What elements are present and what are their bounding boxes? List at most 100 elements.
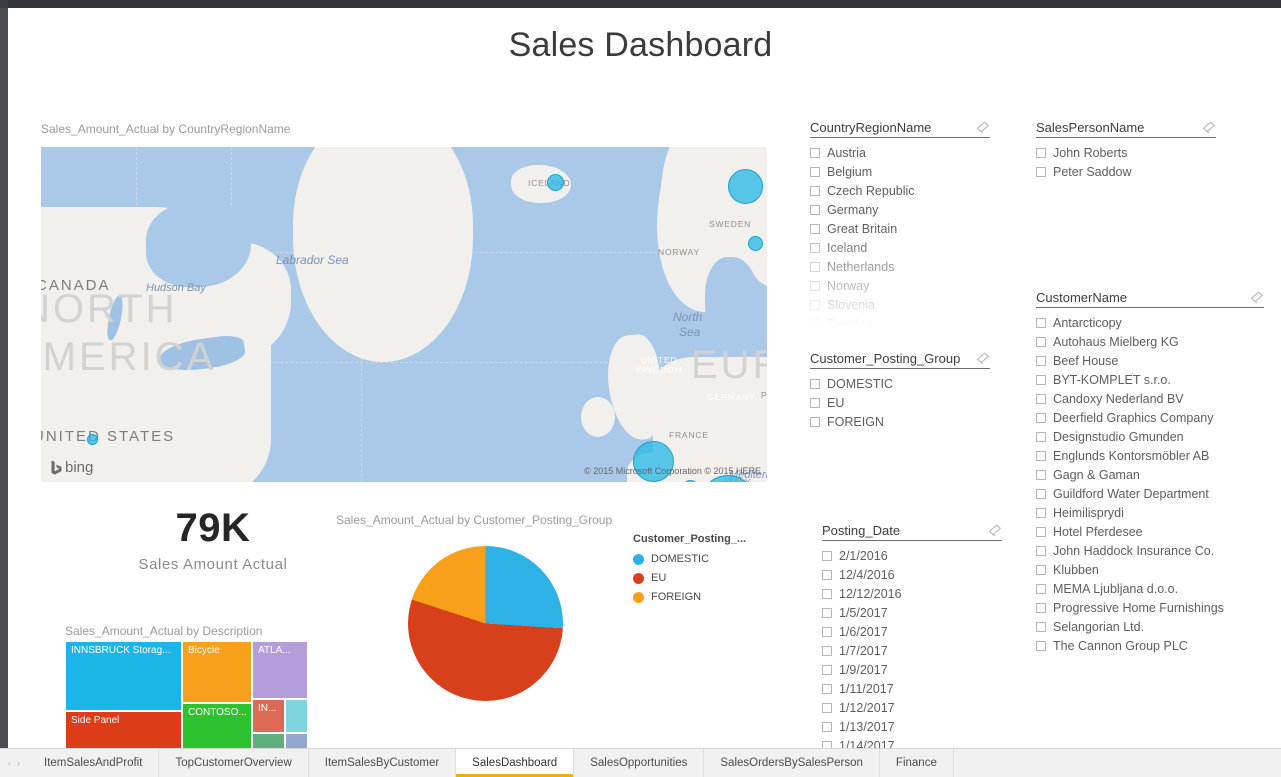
treemap-tile[interactable]: IN...	[252, 699, 285, 733]
treemap-visual[interactable]: Sales_Amount_Actual by Description INNSB…	[65, 624, 310, 756]
slicer-item[interactable]: Deerfield Graphics Company	[1036, 408, 1264, 427]
slicer-item[interactable]: EU	[810, 393, 990, 412]
tab-sales-opportunities[interactable]: SalesOpportunities	[574, 749, 705, 777]
slicer-item[interactable]: Austria	[810, 143, 990, 162]
checkbox-icon[interactable]	[1036, 412, 1046, 423]
bing-logo[interactable]: bing	[51, 459, 93, 476]
checkbox-icon[interactable]	[1036, 374, 1046, 385]
slicer-item[interactable]: Heimilisprydi	[1036, 503, 1264, 522]
checkbox-icon[interactable]	[810, 223, 820, 234]
slicer-item[interactable]: Autohaus Mielberg KG	[1036, 332, 1264, 351]
tab-nav-arrows[interactable]: ‹ ›	[0, 749, 28, 777]
slicer-item[interactable]: 1/12/2017	[822, 698, 1002, 717]
slicer-item[interactable]: Sweden	[810, 314, 990, 328]
slicer-item-list[interactable]: 2/1/2016 12/4/2016 12/12/2016 1/5/2017 1…	[822, 546, 1002, 755]
slicer-item[interactable]: Peter Saddow	[1036, 162, 1216, 181]
slicer-item-list[interactable]: DOMESTIC EU FOREIGN	[810, 374, 990, 431]
tab-next-icon[interactable]: ›	[17, 758, 20, 768]
checkbox-icon[interactable]	[810, 280, 820, 291]
checkbox-icon[interactable]	[822, 702, 832, 713]
tab-item-sales-by-customer[interactable]: ItemSalesByCustomer	[308, 749, 457, 777]
kpi-card[interactable]: 79K Sales Amount Actual	[98, 506, 328, 573]
slicer-item[interactable]: Great Britain	[810, 219, 990, 238]
checkbox-icon[interactable]	[810, 185, 820, 196]
clear-filter-icon[interactable]	[975, 352, 990, 365]
treemap-tile[interactable]: INNSBRUCK Storag...	[65, 641, 182, 711]
tab-finance[interactable]: Finance	[879, 749, 954, 777]
slicer-item[interactable]: John Haddock Insurance Co.	[1036, 541, 1264, 560]
checkbox-icon[interactable]	[1036, 469, 1046, 480]
checkbox-icon[interactable]	[1036, 393, 1046, 404]
slicer-customer-name[interactable]: CustomerName Antarcticopy Autohaus Mielb…	[1036, 290, 1264, 655]
slicer-item-list[interactable]: John Roberts Peter Saddow	[1036, 143, 1216, 181]
slicer-item[interactable]: Selangorian Ltd.	[1036, 617, 1264, 636]
slicer-item-list[interactable]: Antarcticopy Autohaus Mielberg KG Beef H…	[1036, 313, 1264, 655]
map-bubble-sweden-south[interactable]	[748, 236, 763, 251]
slicer-country-region-name[interactable]: CountryRegionName Austria Belgium Czech …	[810, 120, 990, 328]
slicer-posting-date[interactable]: Posting_Date 2/1/2016 12/4/2016 12/12/20…	[822, 523, 1002, 755]
slicer-item[interactable]: Guildford Water Department	[1036, 484, 1264, 503]
clear-filter-icon[interactable]	[1249, 291, 1264, 304]
checkbox-icon[interactable]	[822, 588, 832, 599]
slicer-item[interactable]: Slovenia	[810, 295, 990, 314]
checkbox-icon[interactable]	[1036, 147, 1046, 158]
checkbox-icon[interactable]	[810, 397, 820, 408]
tab-prev-icon[interactable]: ‹	[8, 758, 11, 768]
slicer-item[interactable]: John Roberts	[1036, 143, 1216, 162]
slicer-item[interactable]: Hotel Pferdesee	[1036, 522, 1264, 541]
slicer-item[interactable]: Klubben	[1036, 560, 1264, 579]
tab-sales-dashboard[interactable]: SalesDashboard	[456, 749, 575, 777]
checkbox-icon[interactable]	[1036, 526, 1046, 537]
checkbox-icon[interactable]	[1036, 602, 1046, 613]
clear-filter-icon[interactable]	[1201, 121, 1216, 134]
slicer-item[interactable]: 1/11/2017	[822, 679, 1002, 698]
checkbox-icon[interactable]	[1036, 640, 1046, 651]
slicer-item[interactable]: 1/9/2017	[822, 660, 1002, 679]
tab-top-customer-overview[interactable]: TopCustomerOverview	[159, 749, 309, 777]
legend-item-domestic[interactable]: DOMESTIC	[633, 553, 773, 565]
map-bubble-united-states[interactable]	[87, 434, 98, 445]
slicer-item[interactable]: Progressive Home Furnishings	[1036, 598, 1264, 617]
checkbox-icon[interactable]	[810, 147, 820, 158]
slicer-item[interactable]: Germany	[810, 200, 990, 219]
slicer-item[interactable]: 12/4/2016	[822, 565, 1002, 584]
slicer-item[interactable]: Iceland	[810, 238, 990, 257]
checkbox-icon[interactable]	[810, 166, 820, 177]
checkbox-icon[interactable]	[1036, 336, 1046, 347]
slicer-item[interactable]: 12/12/2016	[822, 584, 1002, 603]
checkbox-icon[interactable]	[1036, 564, 1046, 575]
checkbox-icon[interactable]	[1036, 166, 1046, 177]
checkbox-icon[interactable]	[822, 721, 832, 732]
slicer-item[interactable]: Gagn & Gaman	[1036, 465, 1264, 484]
checkbox-icon[interactable]	[810, 242, 820, 253]
tab-sales-orders-by-sales-person[interactable]: SalesOrdersBySalesPerson	[704, 749, 880, 777]
slicer-item-list[interactable]: Austria Belgium Czech Republic Germany G…	[810, 143, 990, 328]
checkbox-icon[interactable]	[822, 607, 832, 618]
map-bubble-iceland[interactable]	[547, 174, 564, 191]
slicer-item[interactable]: Belgium	[810, 162, 990, 181]
treemap-tile[interactable]: Bicycle	[182, 641, 252, 703]
slicer-customer-posting-group[interactable]: Customer_Posting_Group DOMESTIC EU FOREI…	[810, 351, 990, 431]
checkbox-icon[interactable]	[1036, 621, 1046, 632]
slicer-item[interactable]: BYT-KOMPLET s.r.o.	[1036, 370, 1264, 389]
treemap-tile[interactable]: Side Panel	[65, 711, 182, 753]
map-visual[interactable]: Sales_Amount_Actual by CountryRegionName	[41, 122, 769, 482]
checkbox-icon[interactable]	[822, 683, 832, 694]
slicer-item[interactable]: DOMESTIC	[810, 374, 990, 393]
checkbox-icon[interactable]	[822, 645, 832, 656]
slicer-sales-person-name[interactable]: SalesPersonName John Roberts Peter Saddo…	[1036, 120, 1216, 181]
slicer-item[interactable]: Norway	[810, 276, 990, 295]
checkbox-icon[interactable]	[822, 550, 832, 561]
checkbox-icon[interactable]	[822, 664, 832, 675]
checkbox-icon[interactable]	[822, 569, 832, 580]
checkbox-icon[interactable]	[810, 261, 820, 272]
slicer-item[interactable]: Netherlands	[810, 257, 990, 276]
checkbox-icon[interactable]	[1036, 355, 1046, 366]
legend-item-eu[interactable]: EU	[633, 572, 773, 584]
checkbox-icon[interactable]	[810, 378, 820, 389]
slicer-item[interactable]: 1/5/2017	[822, 603, 1002, 622]
slicer-item[interactable]: Czech Republic	[810, 181, 990, 200]
bing-map[interactable]: CANADA Hudson Bay Labrador Sea NORTH AME…	[41, 147, 767, 482]
clear-filter-icon[interactable]	[987, 524, 1002, 537]
checkbox-icon[interactable]	[1036, 450, 1046, 461]
